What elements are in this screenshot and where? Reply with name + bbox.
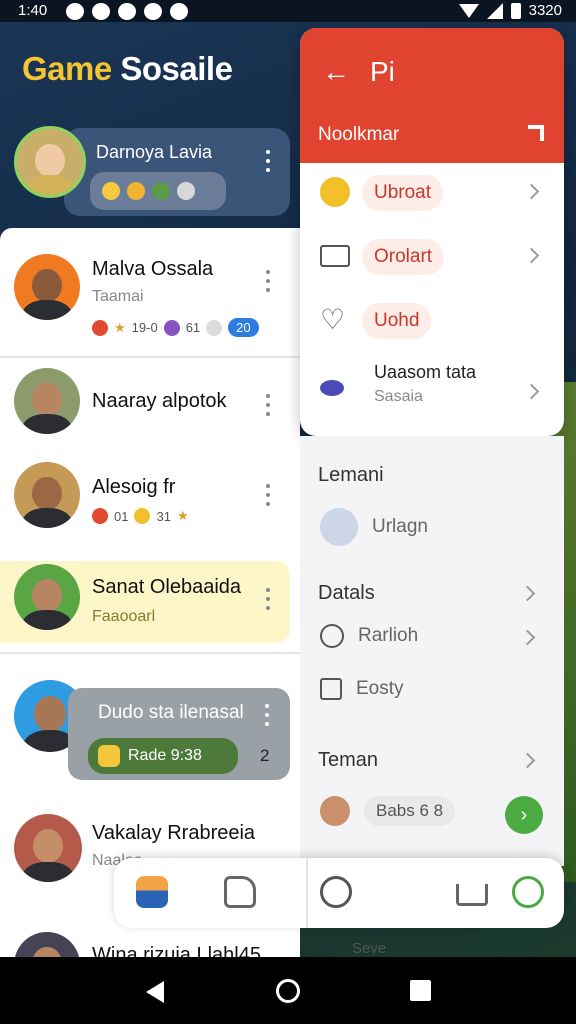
avatar [320, 508, 358, 546]
menu-subtitle: Noolkmar [318, 124, 400, 145]
chevron-right-icon[interactable] [519, 585, 536, 602]
star-badge-icon [127, 182, 145, 200]
signal-icon [486, 2, 503, 19]
friend-row[interactable]: Babs 6 8 [320, 796, 456, 826]
house-badge-icon [177, 182, 195, 200]
app-title: Game Sosaile [22, 50, 233, 87]
mail-icon [320, 245, 350, 267]
share-tab-icon[interactable] [456, 884, 488, 906]
app-notification-icon [66, 3, 84, 20]
more-options-icon[interactable] [265, 394, 271, 416]
chevron-right-icon [523, 383, 540, 400]
achievement-chips[interactable] [90, 172, 226, 210]
menu-item-uohd[interactable]: ♡ Uohd [300, 295, 564, 345]
avatar [14, 462, 80, 528]
status-time: 1:40 [18, 2, 48, 19]
smile-badge-icon [102, 182, 120, 200]
chat-avatar-icon [320, 380, 344, 396]
nav-recents-icon[interactable] [410, 980, 431, 1001]
settings-row-rarlioh[interactable]: Rarlioh [320, 624, 418, 648]
chevron-right-icon[interactable] [519, 752, 536, 769]
section-heading: Datals [318, 582, 375, 604]
heart-icon: ♡ [320, 304, 346, 335]
back-arrow-icon[interactable]: ← [322, 56, 350, 88]
level-badge: 20 [228, 318, 259, 337]
app-notification-icon [170, 3, 188, 20]
character-badge-icon [152, 182, 170, 200]
system-icons: 3320 [458, 2, 562, 19]
divider [0, 652, 300, 654]
edit-icon [320, 678, 342, 700]
menu-item-orolart[interactable]: Orolart [300, 231, 564, 281]
avatar [14, 254, 80, 320]
smile-icon [134, 508, 151, 524]
home-tab-icon[interactable] [136, 876, 168, 908]
play-icon [92, 508, 108, 524]
more-options-icon[interactable] [265, 484, 271, 506]
avatar[interactable] [14, 126, 86, 198]
avatar [14, 564, 80, 630]
settings-panel: Lemani Urlagn Datals Rarlioh Eosty Teman… [300, 436, 564, 866]
battery-level: 3320 [528, 2, 562, 19]
menu-item-account[interactable]: Uaasom tata Sasaia [300, 358, 564, 422]
avatar [14, 932, 80, 957]
more-options-icon[interactable] [265, 150, 271, 172]
nav-home-icon[interactable] [276, 979, 300, 1003]
toolbar-divider [306, 858, 308, 928]
more-options-icon[interactable] [264, 704, 270, 726]
chevron-right-icon [519, 629, 536, 646]
chat-preview-card[interactable]: Dudo sta ilenasal Rade 9:38 2 [68, 688, 290, 780]
current-user-card[interactable]: Darnoya Lavia [14, 126, 290, 218]
settings-row-eosty[interactable]: Eosty [320, 678, 404, 700]
clock-icon [206, 319, 223, 336]
user-name: Darnoya Lavia [96, 142, 213, 162]
stats-row: 01 31 ★ [92, 508, 189, 524]
clock-icon [320, 624, 344, 648]
avatar [320, 796, 350, 826]
avatar-icon [320, 177, 350, 207]
divider [0, 356, 300, 358]
smile-tab-icon[interactable] [512, 876, 544, 908]
app-notification-icon [118, 3, 136, 20]
avatar [14, 368, 80, 434]
contacts-list: Malva Ossala Taamai ★ 19-0 61 20 Naaray … [0, 228, 300, 957]
app-notification-icon [144, 3, 162, 20]
emoji-icon [98, 745, 120, 767]
star-icon: ★ [114, 319, 126, 335]
nav-back-icon[interactable] [146, 981, 164, 1003]
stats-row: ★ 19-0 61 20 [92, 318, 259, 337]
star-icon: ★ [176, 508, 189, 523]
unread-count: 2 [260, 746, 270, 765]
tag-tab-icon[interactable] [224, 876, 256, 908]
fire-icon [92, 319, 108, 336]
section-heading: Teman [318, 749, 379, 771]
more-options-icon[interactable] [265, 588, 271, 610]
system-nav-bar [0, 957, 576, 1024]
avatar [14, 814, 82, 882]
trophy-icon [163, 319, 180, 336]
go-forward-button[interactable]: › [505, 796, 543, 834]
dropdown-menu: ← Pi Noolkmar Ubroat Orolart ♡ Uohd Uaas… [300, 28, 564, 436]
more-options-icon[interactable] [265, 270, 271, 292]
status-chip[interactable]: Rade 9:38 [88, 738, 238, 774]
menu-title: Pi [370, 56, 395, 87]
wifi-icon [458, 3, 479, 18]
menu-item-ubroat[interactable]: Ubroat [300, 167, 564, 217]
partial-item-label: Seve [352, 940, 387, 957]
app-notification-icon [92, 3, 110, 20]
status-bar: 1:40 3320 [0, 0, 576, 22]
user-row[interactable]: Urlagn [320, 508, 428, 546]
section-heading: Lemani [318, 464, 384, 486]
chevron-right-icon [523, 183, 540, 200]
expand-icon[interactable] [528, 125, 544, 141]
bottom-toolbar [114, 858, 564, 928]
chevron-right-icon [523, 247, 540, 264]
notification-icons [66, 3, 188, 20]
battery-icon [510, 2, 521, 19]
menu-header: ← Pi Noolkmar [300, 28, 564, 163]
history-tab-icon[interactable] [320, 876, 352, 908]
